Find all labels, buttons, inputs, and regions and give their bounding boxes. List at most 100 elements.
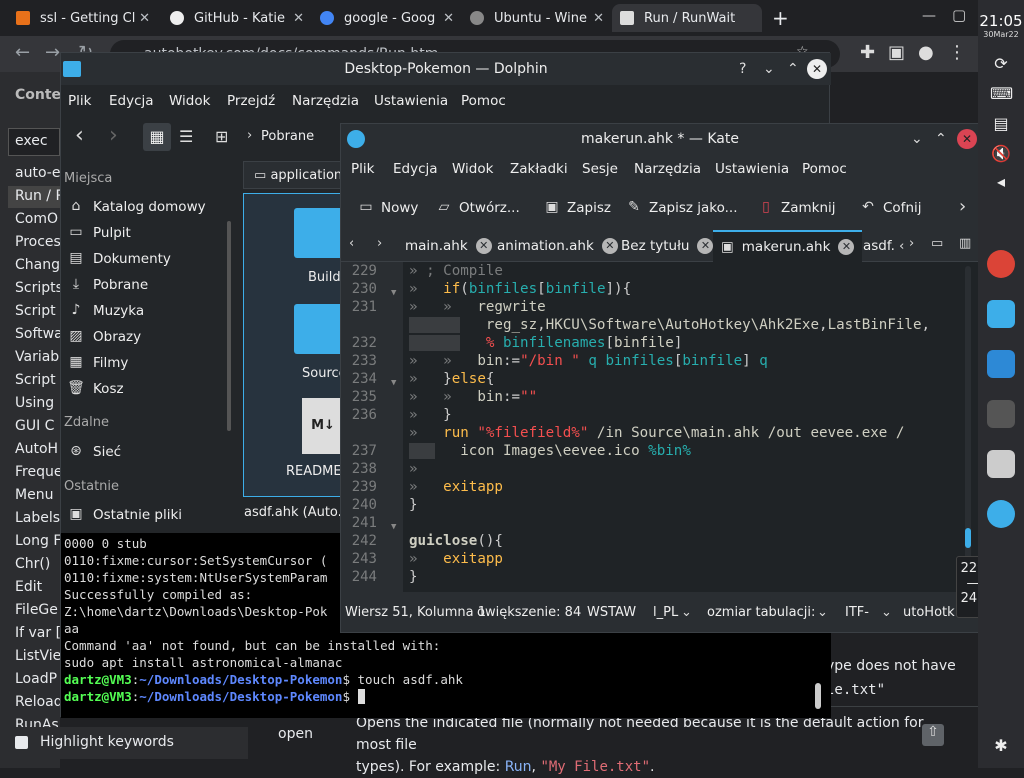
- close-tab-icon[interactable]: ✕: [293, 11, 304, 26]
- extensions-icon[interactable]: ✚: [860, 42, 875, 63]
- menu-item[interactable]: Narzędzia: [292, 93, 359, 109]
- open-button[interactable]: ▱ Otwórz...: [435, 198, 520, 218]
- list-item[interactable]: LoadP: [15, 671, 60, 687]
- spellcheck-dict[interactable]: l_PL: [653, 605, 678, 620]
- files-icon[interactable]: [987, 300, 1015, 328]
- maximize-icon[interactable]: ⌃: [935, 124, 947, 154]
- profile-icon[interactable]: ●: [918, 42, 934, 63]
- place-music[interactable]: ♪ Muzyka: [64, 299, 145, 323]
- back-icon[interactable]: ‹: [75, 123, 84, 148]
- tab-asdf[interactable]: asdf. ‹: [855, 230, 912, 262]
- fold-arrow-icon[interactable]: ▼: [391, 284, 396, 302]
- compact-view-icon[interactable]: ☰: [179, 127, 193, 146]
- list-item[interactable]: Chr(): [15, 556, 60, 572]
- code-editor[interactable]: 229 230 231 232 233 234 235 236 237 238 …: [341, 262, 979, 592]
- list-item[interactable]: ComO: [15, 211, 60, 227]
- minimize-icon[interactable]: ⌄: [911, 124, 923, 154]
- tab-main-ahk[interactable]: main.ahk ✕: [397, 230, 500, 262]
- menu-item[interactable]: Przejdź: [227, 93, 275, 109]
- tab-makerun-ahk[interactable]: ▣ makerun.ahk ✕: [713, 230, 863, 262]
- folder-icon[interactable]: ▭: [931, 236, 943, 251]
- menu-item[interactable]: Edycja: [109, 93, 154, 109]
- place-home[interactable]: ⌂ Katalog domowy: [64, 195, 206, 219]
- close-tab-icon[interactable]: ✕: [443, 11, 454, 26]
- place-recent-files[interactable]: ▣ Ostatnie pliki: [64, 503, 182, 527]
- scrollbar-track[interactable]: [965, 266, 971, 566]
- dolphin-tab[interactable]: ▭ application: [243, 161, 343, 189]
- browser-tab[interactable]: GitHub - Katie ✕: [162, 4, 312, 32]
- split-view-icon[interactable]: ▥: [959, 236, 971, 251]
- maximize-icon[interactable]: ▢: [952, 6, 966, 24]
- list-item[interactable]: Chang: [15, 257, 60, 273]
- browser-tab-active[interactable]: Run / RunWait: [612, 4, 762, 32]
- collapse-icon[interactable]: ◂: [990, 172, 1012, 194]
- list-item[interactable]: Proces: [15, 234, 60, 250]
- keyboard-icon[interactable]: ⌨: [990, 84, 1013, 106]
- list-item[interactable]: Run / R: [15, 188, 60, 204]
- list-item[interactable]: If var [: [15, 625, 60, 641]
- place-desktop[interactable]: ▭ Pulpit: [64, 221, 130, 245]
- menu-item[interactable]: Pomoc: [802, 161, 847, 177]
- list-item[interactable]: FileGe: [15, 602, 60, 618]
- menu-item[interactable]: Widok: [452, 161, 493, 177]
- list-item[interactable]: AutoH: [15, 441, 60, 457]
- close-doc-button[interactable]: ▯ Zamknij: [757, 198, 835, 218]
- menu-icon[interactable]: ⋮: [948, 42, 966, 63]
- encoding[interactable]: ITF-: [845, 605, 869, 620]
- menu-item[interactable]: Edycja: [393, 161, 438, 177]
- list-item[interactable]: Variab: [15, 349, 60, 365]
- input-mode[interactable]: WSTAW: [587, 605, 636, 620]
- chevron-right-icon[interactable]: ›: [377, 236, 382, 251]
- list-item[interactable]: Freque: [15, 464, 60, 480]
- new-tab-button[interactable]: +: [772, 6, 789, 30]
- fold-arrow-icon[interactable]: ▼: [391, 374, 396, 392]
- search-input[interactable]: exec: [8, 128, 60, 156]
- menu-item[interactable]: Zakładki: [510, 161, 568, 177]
- mute-icon[interactable]: 🔇: [990, 144, 1012, 166]
- forward-icon[interactable]: →: [45, 42, 60, 63]
- place-documents[interactable]: ▤ Dokumenty: [64, 247, 171, 271]
- tab-untitled[interactable]: Bez tytułu ✕: [613, 230, 721, 262]
- syntax-mode[interactable]: utoHotk: [903, 605, 955, 620]
- minimize-icon[interactable]: —: [922, 8, 936, 24]
- save-as-button[interactable]: ✎ Zapisz jako...: [625, 198, 737, 218]
- browser-tab[interactable]: Ubuntu - Wine ✕: [462, 4, 612, 32]
- run-link[interactable]: Run: [505, 759, 532, 775]
- close-tab-icon[interactable]: ✕: [697, 238, 714, 254]
- cursor-position[interactable]: Wiersz 51, Kolumna 1: [345, 605, 486, 620]
- back-icon[interactable]: ←: [15, 42, 30, 63]
- text-editor-icon[interactable]: [987, 450, 1015, 478]
- browser-tab[interactable]: ssl - Getting Cl ✕: [8, 4, 158, 32]
- maximize-icon[interactable]: ⌃: [787, 53, 799, 85]
- place-pictures[interactable]: ▨ Obrazy: [64, 325, 141, 349]
- list-item[interactable]: Script: [15, 303, 60, 319]
- fold-arrow-icon[interactable]: ▼: [391, 518, 396, 536]
- help-icon[interactable]: ?: [739, 53, 746, 85]
- details-view-icon[interactable]: ⊞: [215, 127, 228, 146]
- scrollbar-thumb[interactable]: [965, 528, 971, 548]
- list-item[interactable]: GUI C: [15, 418, 60, 434]
- list-item[interactable]: Labels: [15, 510, 60, 526]
- rotate-icon[interactable]: ⟳: [990, 54, 1012, 76]
- chevron-left-icon[interactable]: ‹: [349, 236, 354, 251]
- markdown-file-icon[interactable]: M↓: [302, 398, 344, 454]
- list-item[interactable]: auto-e: [15, 165, 60, 181]
- save-button[interactable]: ▣ Zapisz: [543, 198, 611, 218]
- menu-item[interactable]: Ustawienia: [715, 161, 789, 177]
- accessibility-icon[interactable]: ✱: [990, 736, 1012, 758]
- list-item[interactable]: Softwa: [15, 326, 60, 342]
- list-item[interactable]: Using: [15, 395, 60, 411]
- highlight-checkbox[interactable]: [15, 736, 28, 749]
- close-tab-icon[interactable]: ✕: [139, 11, 150, 26]
- chevron-right-icon[interactable]: ›: [909, 236, 914, 251]
- icons-view-icon[interactable]: ▦: [143, 123, 171, 151]
- browser-tab[interactable]: google - Goog ✕: [312, 4, 462, 32]
- store-icon[interactable]: [987, 350, 1015, 378]
- kate-icon[interactable]: [987, 500, 1015, 528]
- place-downloads[interactable]: ⤓ Pobrane: [64, 273, 148, 297]
- list-item[interactable]: ListVie: [15, 648, 60, 664]
- close-tab-icon[interactable]: ✕: [593, 11, 604, 26]
- menu-item[interactable]: Ustawienia: [374, 93, 448, 109]
- new-button[interactable]: ▭ Nowy: [357, 198, 418, 218]
- terminal-scrollbar[interactable]: [815, 683, 821, 709]
